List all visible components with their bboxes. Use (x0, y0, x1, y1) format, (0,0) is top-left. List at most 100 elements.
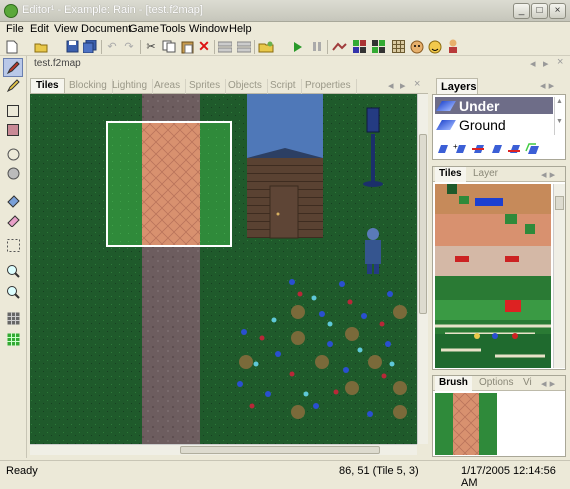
grid-toggle-icon[interactable] (5, 311, 21, 326)
filled-ellipse-icon[interactable] (5, 166, 21, 181)
new-icon[interactable] (4, 39, 20, 54)
tab-areas[interactable]: Areas (149, 79, 187, 94)
grid-small-icon[interactable] (390, 39, 406, 54)
menu-tools[interactable]: Tools (157, 22, 189, 38)
paste-icon[interactable] (179, 39, 195, 54)
panel-scroll-icon[interactable]: ◂ ▸ (541, 377, 555, 390)
scroll-thumb[interactable] (419, 134, 427, 314)
grid-alt-icon[interactable] (236, 39, 252, 54)
tab-options[interactable]: Options (475, 376, 517, 391)
document-tab-bar: test.f2map ◂ ▸ × (28, 56, 570, 72)
status-datetime: 1/17/2005 12:14:56 AM (461, 465, 556, 489)
tab-objects[interactable]: Objects (223, 79, 268, 94)
zoom-in-icon[interactable] (5, 263, 21, 278)
layers-scrollbar[interactable]: ▲ ▼ (554, 97, 564, 135)
layer-icon (436, 119, 456, 130)
tab-tileset[interactable]: Tiles (435, 167, 466, 182)
panel-scroll-icon[interactable]: ◂ ▸ (541, 168, 555, 181)
delete-icon[interactable]: ✕ (196, 38, 212, 54)
layer-actions: + (435, 141, 563, 157)
scroll-thumb[interactable] (180, 446, 380, 454)
tab-sprites[interactable]: Sprites (184, 79, 227, 94)
menu-file[interactable]: File (3, 22, 27, 38)
zoom-out-icon[interactable] (5, 284, 21, 299)
eraser-icon[interactable] (5, 212, 21, 227)
fill-icon[interactable] (5, 193, 21, 208)
plugin-icon[interactable] (258, 39, 274, 54)
tab-scroll-right-icon[interactable]: ▸ (400, 79, 406, 92)
tileset-scrollbar[interactable] (553, 184, 565, 368)
window-title: Editor¹ - Example: Rain - [test.f2map] (22, 4, 203, 16)
map-horizontal-scrollbar[interactable] (30, 444, 417, 455)
walk-icon[interactable] (331, 39, 347, 54)
copy-icon[interactable] (161, 39, 177, 54)
tab-blocking[interactable]: Blocking (64, 79, 113, 94)
map-canvas[interactable] (30, 94, 417, 444)
filled-rectangle-icon[interactable] (5, 122, 21, 137)
tab-scroll-right-icon[interactable]: ▸ (543, 57, 549, 70)
layer-down-icon[interactable] (507, 143, 521, 155)
sprites-icon[interactable] (371, 39, 387, 54)
document-tab[interactable]: test.f2map (34, 58, 81, 69)
tool-palette (0, 56, 27, 458)
tab-script[interactable]: Script (265, 79, 302, 94)
tab-tiles[interactable]: Tiles (30, 78, 65, 93)
app-icon (4, 4, 18, 18)
ellipse-icon[interactable] (5, 147, 21, 162)
tab-view[interactable]: Vi (519, 376, 536, 391)
tab-close-icon[interactable]: × (557, 56, 563, 68)
layer-row-ground[interactable]: Ground (435, 116, 553, 133)
tileset-grid[interactable] (435, 184, 551, 368)
play-icon[interactable] (290, 39, 306, 54)
tab-layer[interactable]: Layer (469, 167, 502, 182)
toolbar: ↶ ↷ ✂ ✕ (0, 38, 570, 56)
map-mode-tabs: Tiles Blocking Lighting Areas Sprites Ob… (30, 78, 428, 94)
brush-panel-tabs: Brush Options Vi ◂ ▸ (433, 376, 565, 391)
scroll-thumb[interactable] (555, 196, 564, 210)
grid-icon[interactable] (217, 39, 233, 54)
menu-window[interactable]: Window (186, 22, 231, 38)
save-all-icon[interactable] (82, 39, 98, 54)
tileset-panel-tabs: Tiles Layer ◂ ▸ (433, 167, 565, 182)
rectangle-icon[interactable] (5, 103, 21, 118)
layer-row-under[interactable]: Under (435, 97, 553, 114)
tab-scroll-left-icon[interactable]: ◂ (530, 57, 536, 70)
tab-close-icon[interactable]: × (414, 78, 420, 90)
pause-icon[interactable] (309, 39, 325, 54)
menu-help[interactable]: Help (226, 22, 255, 38)
tab-scroll-left-icon[interactable]: ◂ (388, 79, 394, 92)
face1-icon[interactable] (409, 39, 425, 54)
tileset-panel: Tiles Layer ◂ ▸ (432, 166, 566, 370)
add-layer-icon[interactable] (435, 143, 449, 155)
tileset-icon[interactable] (352, 39, 368, 54)
select-icon[interactable] (5, 238, 21, 253)
delete-layer-icon[interactable] (471, 143, 485, 155)
tab-properties[interactable]: Properties (300, 79, 357, 94)
grid-color-icon[interactable] (5, 332, 21, 347)
minimize-button[interactable]: _ (513, 3, 530, 19)
pencil-icon[interactable] (3, 58, 23, 77)
menu-edit[interactable]: Edit (27, 22, 52, 38)
merge-layers-icon[interactable] (525, 143, 541, 155)
save-icon[interactable] (64, 39, 80, 54)
character-icon[interactable] (445, 39, 461, 54)
maximize-button[interactable]: □ (531, 3, 548, 19)
open-icon[interactable] (33, 39, 49, 54)
pencil-alt-icon[interactable] (5, 78, 21, 93)
undo-icon[interactable]: ↶ (104, 39, 120, 54)
layer-name: Ground (459, 116, 506, 133)
menu-view[interactable]: View (51, 22, 81, 38)
layers-panel-title[interactable]: Layers (436, 78, 478, 95)
add-layer-above-icon[interactable]: + (453, 143, 467, 155)
tab-lighting[interactable]: Lighting (107, 79, 154, 94)
map-vertical-scrollbar[interactable] (417, 94, 428, 444)
close-button[interactable]: × (549, 3, 566, 19)
tab-brush[interactable]: Brush (435, 376, 472, 391)
cut-icon[interactable]: ✂ (143, 39, 159, 54)
layer-up-icon[interactable] (489, 143, 503, 155)
face2-icon[interactable] (427, 39, 443, 54)
brush-panel: Brush Options Vi ◂ ▸ (432, 375, 566, 457)
panel-scroll-icon[interactable]: ◂ ▸ (540, 79, 554, 92)
toolbar-separator (214, 40, 215, 54)
redo-icon[interactable]: ↷ (121, 39, 137, 54)
